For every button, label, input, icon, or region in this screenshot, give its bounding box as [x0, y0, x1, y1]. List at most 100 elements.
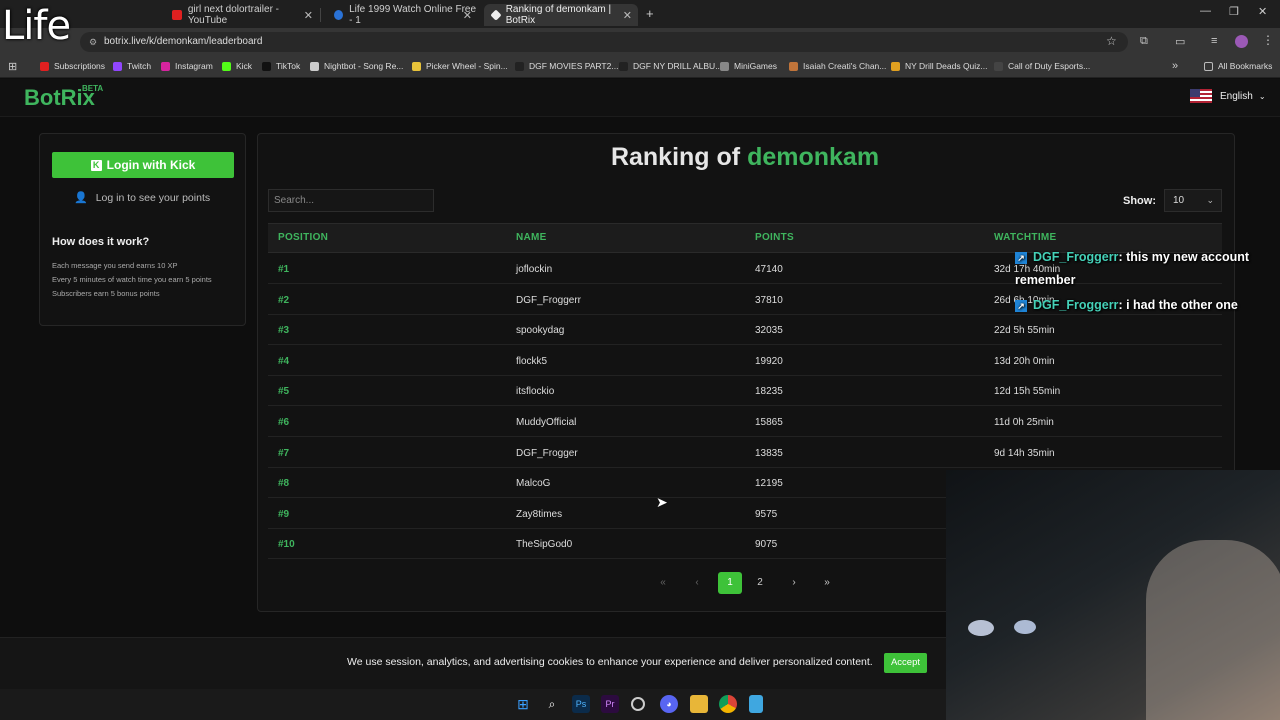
row-name: Zay8times [516, 508, 563, 520]
extensions-icon[interactable]: ⧉ [1140, 35, 1148, 48]
row-points: 12195 [755, 478, 783, 490]
login-to-see-points[interactable]: 👤 Log in to see your points [74, 191, 210, 205]
browser-tab-youtube[interactable]: girl next dolortrailer - YouTube ✕ [164, 4, 319, 26]
bookmark-item[interactable]: Kick [222, 61, 252, 71]
browser-tab-botrix[interactable]: Ranking of demonkam | BotRix ✕ [484, 4, 638, 26]
row-position: #8 [278, 478, 290, 490]
chat-message: ↗ DGF_Froggerr: this my new account [1015, 250, 1249, 264]
table-row[interactable]: #6 MuddyOfficial 15865 11d 0h 25min [268, 407, 1222, 437]
page-1-button[interactable]: 1 [718, 572, 742, 594]
table-row[interactable]: #3 spookydag 32035 22d 5h 55min [268, 315, 1222, 346]
table-row[interactable]: #5 itsflockio 18235 12d 15h 55min [268, 376, 1222, 407]
column-header-watchtime[interactable]: WATCHTIME [994, 232, 1057, 243]
close-tab-icon[interactable]: ✕ [623, 9, 632, 22]
bookmark-item[interactable]: NY Drill Deads Quiz... [891, 61, 988, 71]
column-header-points[interactable]: POINTS [755, 232, 794, 243]
browser-tab-life[interactable]: Life 1999 Watch Online Free - 1 ✕ [326, 4, 478, 26]
row-name: TheSipGod0 [516, 539, 573, 551]
folder-icon [1204, 61, 1213, 71]
bookmark-item[interactable]: Twitch [113, 61, 151, 71]
obs-icon[interactable] [631, 697, 645, 711]
cast-icon[interactable]: ▭ [1175, 35, 1185, 48]
bookmark-favicon-icon [720, 61, 729, 71]
bookmark-favicon-icon [40, 61, 49, 71]
row-position: #2 [278, 294, 290, 306]
close-window-icon[interactable]: ✕ [1258, 5, 1267, 18]
bookmark-item[interactable]: Subscriptions [40, 61, 105, 71]
table-header [268, 223, 1222, 253]
rule-text: Every 5 minutes of watch time you earn 5… [52, 275, 212, 284]
apps-grid-icon[interactable]: ⊞ [8, 60, 17, 73]
user-icon: 👤 [74, 192, 88, 204]
discord-icon[interactable]: ◕ [660, 695, 678, 713]
bookmark-item[interactable]: TikTok [262, 61, 300, 71]
chevron-down-icon: ⌄ [1258, 91, 1266, 101]
row-name: itsflockio [516, 386, 555, 398]
bookmark-item[interactable]: Instagram [161, 61, 213, 71]
chrome-icon[interactable] [719, 695, 737, 713]
bookmark-item[interactable]: MiniGames [720, 61, 777, 71]
minimize-icon[interactable]: — [1200, 5, 1211, 17]
profile-avatar[interactable] [1235, 35, 1248, 48]
row-name: MalcoG [516, 478, 551, 490]
search-icon[interactable]: ⌕ [543, 695, 561, 713]
row-points: 9075 [755, 539, 778, 551]
row-points: 32035 [755, 325, 783, 337]
premiere-icon[interactable]: Pr [601, 695, 619, 713]
row-watchtime: 9d 14h 35min [994, 447, 1055, 459]
show-label: Show: [1123, 195, 1156, 207]
windows-start-icon[interactable]: ⊞ [514, 695, 532, 713]
column-header-position[interactable]: POSITION [278, 232, 328, 243]
browser-menu-icon[interactable]: ⋮ [1262, 33, 1274, 47]
row-position: #9 [278, 508, 290, 520]
file-explorer-icon[interactable] [690, 695, 708, 713]
bookmark-item[interactable]: Isaiah Creati's Chan... [789, 61, 886, 71]
page-size-select[interactable]: 10 ⌄ [1164, 189, 1222, 212]
next-page-button[interactable]: › [782, 572, 806, 594]
bookmark-item[interactable]: Nightbot - Song Re... [310, 61, 403, 71]
bookmark-item[interactable]: DGF MOVIES PART2... [515, 61, 618, 71]
table-row[interactable]: #7 DGF_Frogger 13835 9d 14h 35min [268, 438, 1222, 468]
prev-page-button[interactable]: ‹ [685, 572, 709, 594]
bookmark-star-icon[interactable]: ☆ [1106, 34, 1117, 48]
how-it-works-heading: How does it work? [52, 236, 150, 248]
last-page-button[interactable]: » [815, 572, 839, 594]
row-name: DGF_Froggerr [516, 294, 582, 306]
row-position: #6 [278, 417, 290, 428]
page-2-button[interactable]: 2 [748, 572, 772, 594]
row-points: 18235 [755, 386, 783, 398]
restore-icon[interactable]: ❐ [1229, 5, 1239, 18]
chat-badge-icon: ↗ [1015, 300, 1027, 312]
new-tab-button[interactable]: + [646, 6, 654, 21]
media-controls-icon[interactable]: ≡ [1211, 35, 1217, 47]
chat-message: ↗ DGF_Froggerr: i had the other one [1015, 298, 1238, 312]
site-header [0, 79, 1280, 117]
beta-badge: BETA [82, 84, 104, 93]
photoshop-icon[interactable]: Ps [572, 695, 590, 713]
all-bookmarks-folder[interactable]: All Bookmarks [1204, 61, 1272, 71]
url-field[interactable]: ⚙ botrix.live/k/demonkam/leaderboard [80, 32, 1128, 52]
bookmark-item[interactable]: Picker Wheel - Spin... [412, 61, 508, 71]
row-position: #1 [278, 264, 290, 275]
bookmark-item[interactable]: Call of Duty Esports... [994, 61, 1090, 71]
search-input[interactable]: Search... [268, 189, 434, 212]
accept-cookies-button[interactable]: Accept [884, 653, 927, 673]
row-name: spookydag [516, 325, 565, 337]
bookmark-favicon-icon [891, 61, 900, 71]
bookmark-item[interactable]: DGF NY DRILL ALBU... [619, 61, 722, 71]
bookmark-favicon-icon [161, 61, 170, 71]
column-header-name[interactable]: NAME [516, 232, 547, 243]
language-selector[interactable]: English ⌄ [1190, 89, 1266, 103]
notepad-icon[interactable] [749, 695, 763, 713]
botrix-tab-icon [490, 9, 502, 21]
site-info-icon[interactable]: ⚙ [89, 32, 97, 52]
tab-divider [320, 8, 321, 22]
close-tab-icon[interactable]: ✕ [463, 9, 472, 22]
chat-message-continuation: remember [1015, 273, 1076, 287]
first-page-button[interactable]: « [651, 572, 675, 594]
row-name: DGF_Frogger [516, 447, 578, 459]
table-row[interactable]: #4 flockk5 19920 13d 20h 0min [268, 346, 1222, 376]
cookie-text: We use session, analytics, and advertisi… [347, 656, 873, 668]
more-bookmarks-icon[interactable]: » [1172, 60, 1178, 72]
close-tab-icon[interactable]: ✕ [304, 9, 313, 22]
